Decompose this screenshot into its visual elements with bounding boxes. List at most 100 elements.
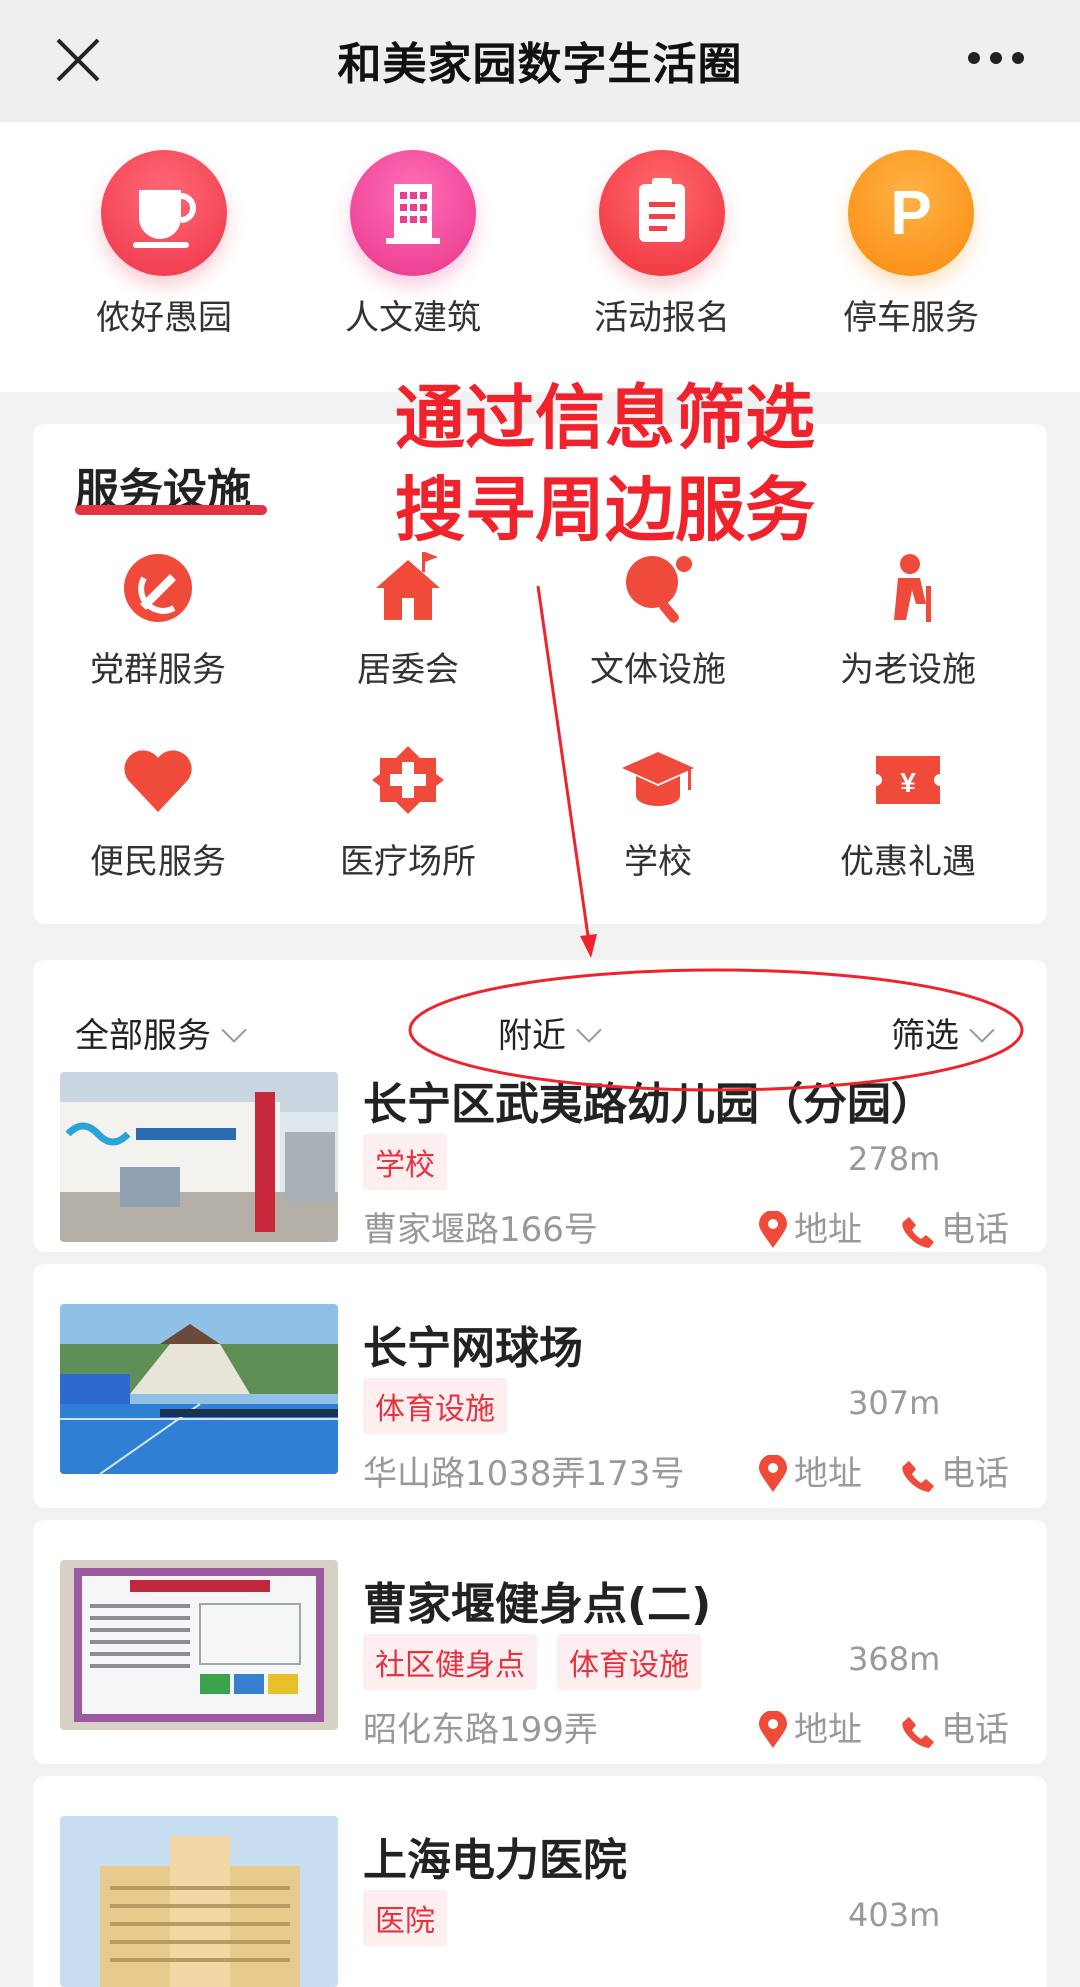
service-label: 便民服务 — [90, 842, 226, 882]
service-label: 文体设施 — [590, 650, 726, 690]
phone-label: 电话 — [941, 1210, 1009, 1250]
location-pin-icon — [759, 1210, 787, 1248]
service-item-convenience[interactable]: 便民服务 — [33, 742, 283, 883]
service-label: 居委会 — [357, 650, 459, 690]
list-item[interactable]: 曹家堰健身点(二) 社区健身点 体育设施 368m 昭化东路199弄 地址 电话 — [33, 1520, 1047, 1764]
service-item-culture-sports[interactable]: 文体设施 — [533, 550, 783, 691]
category-tag: 社区健身点 — [363, 1634, 537, 1690]
quick-entry-activity-signup[interactable]: 活动报名 — [562, 150, 762, 339]
quick-entry-humanities-architecture[interactable]: 人文建筑 — [313, 150, 513, 339]
address-button[interactable]: 地址 — [758, 1446, 862, 1495]
coupon-yen-icon: ¥ — [876, 756, 940, 804]
service-label: 医疗场所 — [340, 842, 476, 882]
cup-icon — [101, 150, 227, 276]
service-item-committee[interactable]: 居委会 — [283, 550, 533, 691]
list-item[interactable]: 长宁网球场 体育设施 307m 华山路1038弄173号 地址 电话 — [33, 1264, 1047, 1508]
address-label: 地址 — [794, 1710, 862, 1750]
party-emblem-icon — [124, 554, 192, 622]
service-label: 为老设施 — [840, 650, 976, 690]
category-tag: 学校 — [363, 1134, 447, 1190]
house-flag-icon — [376, 552, 440, 620]
annotation-line: 搜寻周边服务 — [395, 469, 815, 551]
distance: 368m — [848, 1640, 941, 1678]
annotation-line: 通过信息筛选 — [395, 377, 815, 459]
address-button[interactable]: 地址 — [758, 1702, 862, 1751]
phone-icon — [902, 1461, 934, 1492]
phone-label: 电话 — [941, 1710, 1009, 1750]
service-item-party[interactable]: 党群服务 — [33, 550, 283, 691]
chevron-down-icon — [969, 1017, 995, 1043]
distance: 278m — [848, 1140, 941, 1178]
phone-icon — [902, 1717, 934, 1748]
service-label: 学校 — [624, 842, 692, 882]
address: 曹家堰路166号 — [363, 1210, 598, 1250]
kindergarten-photo — [60, 1072, 338, 1242]
quick-entry-label: 侬好愚园 — [96, 298, 232, 338]
listing-name: 曹家堰健身点(二) — [363, 1579, 712, 1630]
chevron-down-icon — [221, 1017, 247, 1043]
quick-entry-bar: 侬好愚园 人文建筑 活动报名 P 停车服务 — [0, 122, 1080, 392]
location-pin-icon — [759, 1454, 787, 1492]
more-icon[interactable] — [968, 52, 1024, 66]
page-title: 和美家园数字生活圈 — [337, 39, 743, 90]
tennis-court-photo — [60, 1304, 338, 1474]
filter-bar: 全部服务 附近 筛选 — [33, 960, 1047, 1060]
chevron-down-icon — [576, 1017, 602, 1043]
listing-name: 长宁网球场 — [363, 1323, 583, 1374]
address-label: 地址 — [794, 1210, 862, 1250]
service-item-discounts[interactable]: ¥ 优惠礼遇 — [783, 742, 1033, 883]
elderly-icon — [894, 554, 931, 622]
filter-options[interactable]: 筛选 — [891, 1008, 995, 1057]
service-item-elderly[interactable]: 为老设施 — [783, 550, 1033, 691]
filter-all-label: 全部服务 — [75, 1016, 211, 1056]
service-list: 全部服务 附近 筛选 长宁区武夷路幼儿园（分园） 学校 278m 曹家堰路166… — [33, 960, 1047, 1987]
listing-name: 上海电力医院 — [363, 1835, 627, 1886]
category-tag: 体育设施 — [363, 1378, 507, 1434]
phone-label: 电话 — [941, 1454, 1009, 1494]
quick-entry-nonghao-yuyuan[interactable]: 侬好愚园 — [64, 150, 264, 339]
heading-underline — [75, 505, 267, 515]
svg-text:P: P — [890, 179, 931, 248]
service-item-school[interactable]: 学校 — [533, 742, 783, 883]
fitness-board-photo — [60, 1560, 338, 1730]
listing-name: 长宁区武夷路幼儿园（分园） — [363, 1079, 935, 1130]
filter-all-services[interactable]: 全部服务 — [75, 1008, 247, 1057]
phone-icon — [902, 1217, 934, 1248]
quick-entry-label: 活动报名 — [594, 298, 730, 338]
service-item-medical[interactable]: 医疗场所 — [283, 742, 533, 883]
location-pin-icon — [759, 1710, 787, 1748]
quick-entry-parking[interactable]: P 停车服务 — [811, 150, 1011, 339]
address: 昭化东路199弄 — [363, 1710, 598, 1750]
graduation-cap-icon — [622, 752, 694, 806]
clipboard-icon — [599, 150, 725, 276]
quick-entry-label: 人文建筑 — [345, 298, 481, 338]
svg-text:¥: ¥ — [900, 767, 916, 798]
listing-tags: 学校 — [363, 1134, 467, 1190]
filter-options-label: 筛选 — [891, 1016, 959, 1056]
category-tag: 医院 — [363, 1890, 447, 1946]
medical-cross-icon — [372, 746, 444, 814]
ping-pong-icon — [626, 556, 692, 623]
list-item[interactable]: 长宁区武夷路幼儿园（分园） 学校 278m 曹家堰路166号 地址 电话 — [33, 1060, 1047, 1252]
address-button[interactable]: 地址 — [758, 1202, 862, 1251]
category-tag: 体育设施 — [557, 1634, 701, 1690]
distance: 307m — [848, 1384, 941, 1422]
address-label: 地址 — [794, 1454, 862, 1494]
phone-button[interactable]: 电话 — [901, 1702, 1009, 1751]
filter-nearby[interactable]: 附近 — [498, 1008, 602, 1057]
annotation-text: 通过信息筛选 搜寻周边服务 — [395, 372, 875, 556]
listing-tags: 医院 — [363, 1890, 467, 1946]
top-bar: 和美家园数字生活圈 — [0, 0, 1080, 122]
building-icon — [350, 150, 476, 276]
phone-button[interactable]: 电话 — [901, 1202, 1009, 1251]
phone-button[interactable]: 电话 — [901, 1446, 1009, 1495]
distance: 403m — [848, 1896, 941, 1934]
list-item[interactable]: 上海电力医院 医院 403m — [33, 1776, 1047, 1987]
service-label: 党群服务 — [90, 650, 226, 690]
address: 华山路1038弄173号 — [363, 1454, 685, 1494]
arrow-head-icon — [580, 934, 597, 958]
listing-tags: 体育设施 — [363, 1378, 527, 1434]
parking-icon: P — [848, 150, 974, 276]
service-label: 优惠礼遇 — [840, 842, 976, 882]
listing-tags: 社区健身点 体育设施 — [363, 1634, 721, 1690]
